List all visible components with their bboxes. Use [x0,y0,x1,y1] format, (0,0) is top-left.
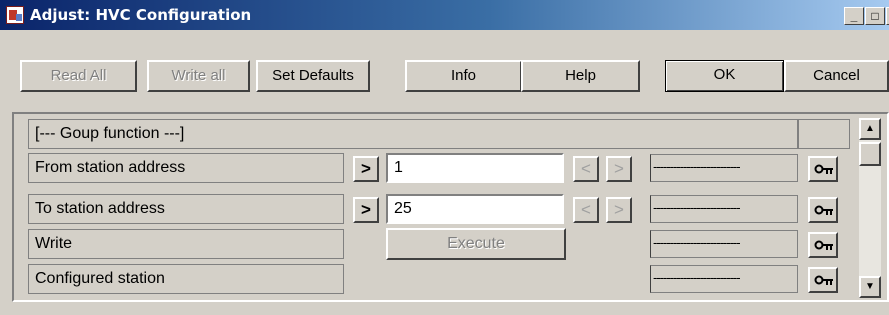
increment-to-station-button[interactable]: > [606,197,632,223]
from-station-key-button[interactable] [808,156,838,182]
row-label-to-station: To station address [28,194,344,224]
scroll-up-arrow-icon[interactable]: ▲ [859,118,881,140]
info-button[interactable]: Info [405,60,522,92]
read-all-button[interactable]: Read All [20,60,137,92]
row-label-write: Write [28,229,344,259]
ok-button[interactable]: OK [665,60,784,92]
configured-station-status: -------------------------- [650,265,798,293]
write-all-button[interactable]: Write all [147,60,250,92]
set-defaults-button[interactable]: Set Defaults [256,60,370,92]
cancel-button[interactable]: Cancel [784,60,889,92]
send-from-station-button[interactable]: > [353,156,379,182]
scrollbar-thumb[interactable] [859,142,881,166]
from-station-input[interactable]: 1 [386,153,564,183]
window-title: Adjust: HVC Configuration [30,6,252,24]
execute-button[interactable]: Execute [386,228,566,260]
decrement-from-station-button[interactable]: < [573,156,599,182]
send-to-station-button[interactable]: > [353,197,379,223]
row-label-from-station: From station address [28,153,344,183]
from-station-status: -------------------------- [650,154,798,182]
row-label-configured-station: Configured station [28,264,344,294]
to-station-input[interactable]: 25 [386,194,564,224]
title-bar[interactable]: Adjust: HVC Configuration _ □ × [0,0,889,30]
key-icon [814,164,833,174]
write-status: -------------------------- [650,230,798,258]
write-key-button[interactable] [808,232,838,258]
vertical-scrollbar[interactable]: ▲ ▼ [859,118,881,298]
to-station-key-button[interactable] [808,197,838,223]
key-icon [814,275,833,285]
group-header-key-cell [798,119,850,149]
scroll-down-arrow-icon[interactable]: ▼ [859,276,881,298]
configured-station-key-button[interactable] [808,267,838,293]
minimize-button[interactable]: _ [844,7,864,25]
to-station-status: -------------------------- [650,195,798,223]
key-icon [814,205,833,215]
key-icon [814,240,833,250]
maximize-button[interactable]: □ [865,7,885,25]
help-button[interactable]: Help [521,60,640,92]
decrement-to-station-button[interactable]: < [573,197,599,223]
app-icon[interactable] [6,6,24,24]
group-header: [--- Goup function ---] [28,119,798,149]
increment-from-station-button[interactable]: > [606,156,632,182]
